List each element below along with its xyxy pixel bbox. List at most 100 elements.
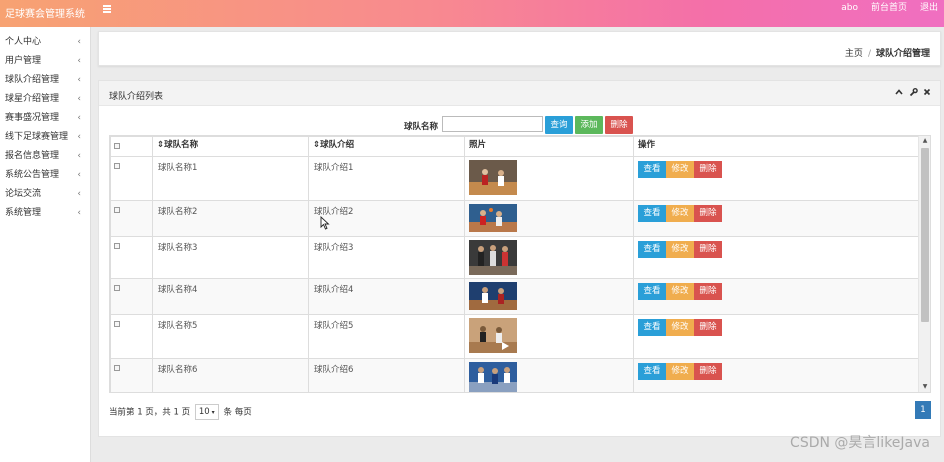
view-button[interactable]: 查看 bbox=[638, 161, 666, 178]
top-links: abo 前台首页 退出 bbox=[841, 0, 938, 17]
row-select-cell bbox=[110, 156, 153, 201]
breadcrumb-home[interactable]: 主页 bbox=[845, 49, 863, 59]
team-photo[interactable] bbox=[469, 282, 517, 310]
row-select-cell bbox=[110, 358, 153, 392]
sidebar-item-personal-center[interactable]: 个人中心 ‹ bbox=[0, 33, 90, 52]
chevron-left-icon: ‹ bbox=[77, 113, 81, 123]
view-button[interactable]: 查看 bbox=[638, 319, 666, 336]
edit-button[interactable]: 修改 bbox=[666, 161, 694, 178]
delete-button[interactable]: 删除 bbox=[694, 319, 722, 336]
row-checkbox[interactable] bbox=[114, 163, 120, 169]
team-intro-cell: 球队介绍3 bbox=[308, 236, 465, 279]
panel-header: 球队介绍列表 bbox=[99, 81, 940, 106]
sidebar-item-events[interactable]: 赛事盛况管理 ‹ bbox=[0, 109, 90, 128]
team-name-search-input[interactable] bbox=[442, 116, 543, 132]
table-row: 球队名称2 球队介绍2 查看 修改 删除 bbox=[110, 200, 919, 237]
sidebar-item-offline-matches[interactable]: 线下足球赛管理 ‹ bbox=[0, 128, 90, 147]
add-button[interactable]: 添加 bbox=[575, 116, 603, 134]
row-checkbox[interactable] bbox=[114, 365, 120, 371]
edit-button[interactable]: 修改 bbox=[666, 363, 694, 380]
page-info-text: 当前第 1 页，共 1 页 bbox=[109, 407, 191, 418]
row-select-cell bbox=[110, 236, 153, 279]
team-photo[interactable] bbox=[469, 160, 517, 195]
edit-button[interactable]: 修改 bbox=[666, 205, 694, 222]
logout-link[interactable]: 退出 bbox=[920, 0, 938, 17]
team-table-container: ⇕球队名称 ⇕球队介绍 照片 操作 球队名称1 球队介绍1 查看 修改 删除 球… bbox=[109, 135, 931, 393]
batch-delete-button[interactable]: 删除 bbox=[605, 116, 633, 134]
search-label: 球队名称 bbox=[404, 122, 439, 132]
delete-button[interactable]: 删除 bbox=[694, 363, 722, 380]
chevron-left-icon: ‹ bbox=[77, 208, 81, 218]
row-checkbox[interactable] bbox=[114, 243, 120, 249]
delete-button[interactable]: 删除 bbox=[694, 161, 722, 178]
sidebar-item-label: 系统公告管理 bbox=[5, 170, 60, 180]
query-button[interactable]: 查询 bbox=[545, 116, 573, 134]
team-photo[interactable] bbox=[469, 240, 517, 275]
table-row: 球队名称1 球队介绍1 查看 修改 删除 bbox=[110, 156, 919, 201]
sidebar-item-label: 赛事盛况管理 bbox=[5, 113, 60, 123]
frontend-home-link[interactable]: 前台首页 bbox=[871, 0, 907, 17]
team-name-cell: 球队名称3 bbox=[152, 236, 309, 279]
user-name[interactable]: abo bbox=[841, 0, 858, 17]
scroll-down-icon[interactable]: ▼ bbox=[919, 382, 930, 392]
sidebar-item-forum[interactable]: 论坛交流 ‹ bbox=[0, 185, 90, 204]
team-photo[interactable] bbox=[469, 362, 517, 392]
row-checkbox[interactable] bbox=[114, 207, 120, 213]
breadcrumb-separator: / bbox=[867, 49, 871, 59]
view-button[interactable]: 查看 bbox=[638, 241, 666, 258]
breadcrumb: 主页 / 球队介绍管理 bbox=[845, 46, 930, 59]
row-select-cell bbox=[110, 200, 153, 237]
team-name-cell: 球队名称4 bbox=[152, 278, 309, 315]
delete-button[interactable]: 删除 bbox=[694, 205, 722, 222]
table-header-row: ⇕球队名称 ⇕球队介绍 照片 操作 bbox=[110, 136, 919, 157]
delete-button[interactable]: 删除 bbox=[694, 283, 722, 300]
row-select-cell bbox=[110, 314, 153, 359]
table-scrollbar[interactable]: ▲ ▼ bbox=[918, 136, 930, 392]
team-intro-cell: 球队介绍2 bbox=[308, 200, 465, 237]
sidebar-item-label: 用户管理 bbox=[5, 56, 42, 66]
actions-cell: 查看 修改 删除 bbox=[633, 358, 919, 392]
breadcrumb-current: 球队介绍管理 bbox=[875, 49, 930, 59]
team-photo[interactable] bbox=[469, 204, 517, 232]
column-header-intro[interactable]: ⇕球队介绍 bbox=[308, 136, 465, 157]
view-button[interactable]: 查看 bbox=[638, 205, 666, 222]
scroll-up-icon[interactable]: ▲ bbox=[919, 136, 930, 146]
sidebar-item-teams[interactable]: 球队介绍管理 ‹ bbox=[0, 71, 90, 90]
team-name-cell: 球队名称6 bbox=[152, 358, 309, 392]
top-navbar: 足球赛会管理系统 abo 前台首页 退出 bbox=[0, 0, 944, 27]
sidebar-item-registrations[interactable]: 报名信息管理 ‹ bbox=[0, 147, 90, 166]
pagination-bar: 当前第 1 页，共 1 页 10 ▾ 条 每页 1 bbox=[109, 401, 931, 421]
actions-cell: 查看 修改 删除 bbox=[633, 156, 919, 201]
photo-cell bbox=[464, 278, 634, 315]
row-checkbox[interactable] bbox=[114, 321, 120, 327]
panel-title: 球队介绍列表 bbox=[109, 92, 164, 102]
sidebar-item-users[interactable]: 用户管理 ‹ bbox=[0, 52, 90, 71]
select-all-checkbox[interactable] bbox=[114, 143, 120, 149]
scrollbar-thumb[interactable] bbox=[921, 148, 929, 322]
row-select-cell bbox=[110, 278, 153, 315]
sidebar: 个人中心 ‹ 用户管理 ‹ 球队介绍管理 ‹ 球星介绍管理 ‹ 赛事盛况管理 ‹ 线下足球… bbox=[0, 27, 91, 462]
collapse-icon[interactable] bbox=[895, 87, 903, 97]
close-icon[interactable] bbox=[923, 87, 931, 97]
wrench-icon[interactable] bbox=[909, 87, 918, 97]
sidebar-item-label: 系统管理 bbox=[5, 208, 42, 218]
column-header-name[interactable]: ⇕球队名称 bbox=[152, 136, 309, 157]
sidebar-item-stars[interactable]: 球星介绍管理 ‹ bbox=[0, 90, 90, 109]
delete-button[interactable]: 删除 bbox=[694, 241, 722, 258]
team-intro-cell: 球队介绍1 bbox=[308, 156, 465, 201]
search-bar: 球队名称 查询 添加 删除 bbox=[99, 116, 942, 134]
sidebar-item-system[interactable]: 系统管理 ‹ bbox=[0, 204, 90, 223]
view-button[interactable]: 查看 bbox=[638, 363, 666, 380]
page-button-current[interactable]: 1 bbox=[915, 401, 931, 419]
row-checkbox[interactable] bbox=[114, 285, 120, 291]
sidebar-item-announcements[interactable]: 系统公告管理 ‹ bbox=[0, 166, 90, 185]
photo-cell bbox=[464, 314, 634, 359]
edit-button[interactable]: 修改 bbox=[666, 283, 694, 300]
edit-button[interactable]: 修改 bbox=[666, 319, 694, 336]
page-size-select[interactable]: 10 ▾ bbox=[194, 404, 219, 420]
edit-button[interactable]: 修改 bbox=[666, 241, 694, 258]
view-button[interactable]: 查看 bbox=[638, 283, 666, 300]
team-photo[interactable] bbox=[469, 318, 517, 353]
photo-cell bbox=[464, 156, 634, 201]
menu-toggle-icon[interactable] bbox=[103, 5, 111, 13]
